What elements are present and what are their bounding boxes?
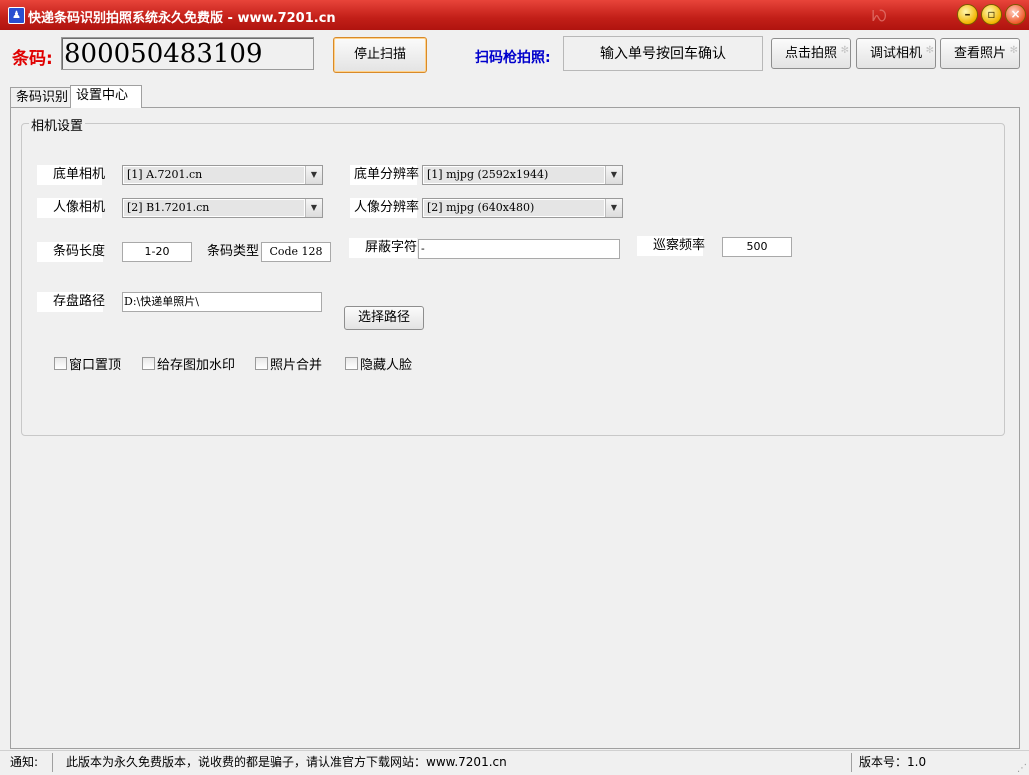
checkbox-label: 照片合并: [270, 358, 323, 373]
checkbox-merge-photos[interactable]: 照片合并: [255, 357, 322, 373]
version-label: 版本号：1.0: [859, 755, 927, 769]
debug-camera-button[interactable]: 调试相机: [856, 36, 936, 69]
waybill-camera-label: 底单相机: [37, 165, 105, 185]
checkbox-label: 给存图加水印: [157, 358, 236, 373]
dropdown-arrow-icon[interactable]: ▼: [305, 166, 322, 184]
barcode-display[interactable]: 800050483109: [61, 37, 314, 70]
title-bar[interactable]: ♟ 快递条码识别拍照系统永久免费版 - www.7201.cn ꩢ – ▫ ×: [0, 0, 1029, 30]
app-window: ♟ 快递条码识别拍照系统永久免费版 - www.7201.cn ꩢ – ▫ × …: [0, 0, 1029, 775]
checkbox-icon[interactable]: [345, 357, 358, 370]
mask-chars-label: 屏蔽字符: [349, 238, 417, 258]
checkbox-watermark[interactable]: 给存图加水印: [142, 357, 235, 373]
portrait-resolution-value: [2] mjpg (640x480): [424, 200, 604, 216]
portrait-camera-value: [2] B1.7201.cn: [124, 200, 304, 216]
waybill-camera-select[interactable]: [1] A.7201.cn ▼: [122, 165, 323, 185]
status-bar: 通知: 此版本为永久免费版本，说收费的都是骗子，请认准官方下载网站：www.72…: [0, 750, 1029, 775]
status-divider: [52, 753, 53, 772]
view-photos-button[interactable]: 查看照片: [940, 36, 1020, 69]
app-icon: ♟: [8, 7, 25, 24]
dropdown-arrow-icon[interactable]: ▼: [605, 199, 622, 217]
notice-label: 通知:: [10, 755, 39, 769]
maximize-button[interactable]: ▫: [981, 4, 1002, 25]
barcode-length-input[interactable]: 1-20: [122, 242, 192, 262]
checkbox-label: 窗口置顶: [69, 358, 122, 373]
barcode-length-label: 条码长度: [37, 242, 105, 262]
checkbox-icon[interactable]: [255, 357, 268, 370]
portrait-resolution-select[interactable]: [2] mjpg (640x480) ▼: [422, 198, 623, 218]
checkbox-label: 隐藏人脸: [360, 358, 413, 373]
tab-barcode-recognition[interactable]: 条码识别: [10, 87, 78, 108]
camera-settings-group: 相机设置 底单相机 [1] A.7201.cn ▼ 底单分辨率 [1] mjpg…: [21, 115, 1005, 436]
portrait-resolution-label: 人像分辨率: [350, 198, 419, 218]
tab-settings-center[interactable]: 设置中心: [70, 85, 142, 108]
barcode-label: 条码:: [12, 49, 53, 69]
close-button[interactable]: ×: [1005, 4, 1026, 25]
dropdown-arrow-icon[interactable]: ▼: [305, 199, 322, 217]
save-path-label: 存盘路径: [37, 292, 105, 312]
waybill-resolution-select[interactable]: [1] mjpg (2592x1944) ▼: [422, 165, 623, 185]
window-title: 快递条码识别拍照系统永久免费版 - www.7201.cn: [28, 11, 336, 26]
group-title: 相机设置: [29, 115, 86, 134]
notice-text: 此版本为永久免费版本，说收费的都是骗子，请认准官方下载网站：www.7201.c…: [66, 755, 507, 769]
patrol-rate-label: 巡察频率: [637, 236, 705, 256]
portrait-camera-label: 人像相机: [37, 198, 105, 218]
mask-chars-input[interactable]: -: [418, 239, 620, 259]
swirl-decoration-icon: ꩢ: [871, 0, 888, 28]
barcode-type-input[interactable]: Code 128: [261, 242, 331, 262]
waybill-input[interactable]: 输入单号按回车确认: [563, 36, 763, 71]
portrait-camera-select[interactable]: [2] B1.7201.cn ▼: [122, 198, 323, 218]
checkbox-icon[interactable]: [142, 357, 155, 370]
minimize-button[interactable]: –: [957, 4, 978, 25]
stop-scan-button[interactable]: 停止扫描: [333, 37, 427, 73]
resize-grip-icon[interactable]: ⋰: [1017, 763, 1027, 774]
checkbox-icon[interactable]: [54, 357, 67, 370]
status-divider: [851, 753, 852, 772]
barcode-type-label: 条码类型: [207, 244, 260, 259]
save-path-input[interactable]: D:\快递单照片\: [122, 292, 322, 312]
waybill-resolution-label: 底单分辨率: [350, 165, 419, 185]
settings-panel: 相机设置 底单相机 [1] A.7201.cn ▼ 底单分辨率 [1] mjpg…: [10, 107, 1020, 749]
checkbox-always-on-top[interactable]: 窗口置顶: [54, 357, 121, 373]
choose-path-button[interactable]: 选择路径: [344, 306, 424, 330]
checkbox-hide-face[interactable]: 隐藏人脸: [345, 357, 412, 373]
patrol-rate-input[interactable]: 500: [722, 237, 792, 257]
scan-photo-label: 扫码枪拍照:: [475, 50, 551, 66]
dropdown-arrow-icon[interactable]: ▼: [605, 166, 622, 184]
waybill-camera-value: [1] A.7201.cn: [124, 167, 304, 183]
waybill-resolution-value: [1] mjpg (2592x1944): [424, 167, 604, 183]
take-photo-button[interactable]: 点击拍照: [771, 36, 851, 69]
